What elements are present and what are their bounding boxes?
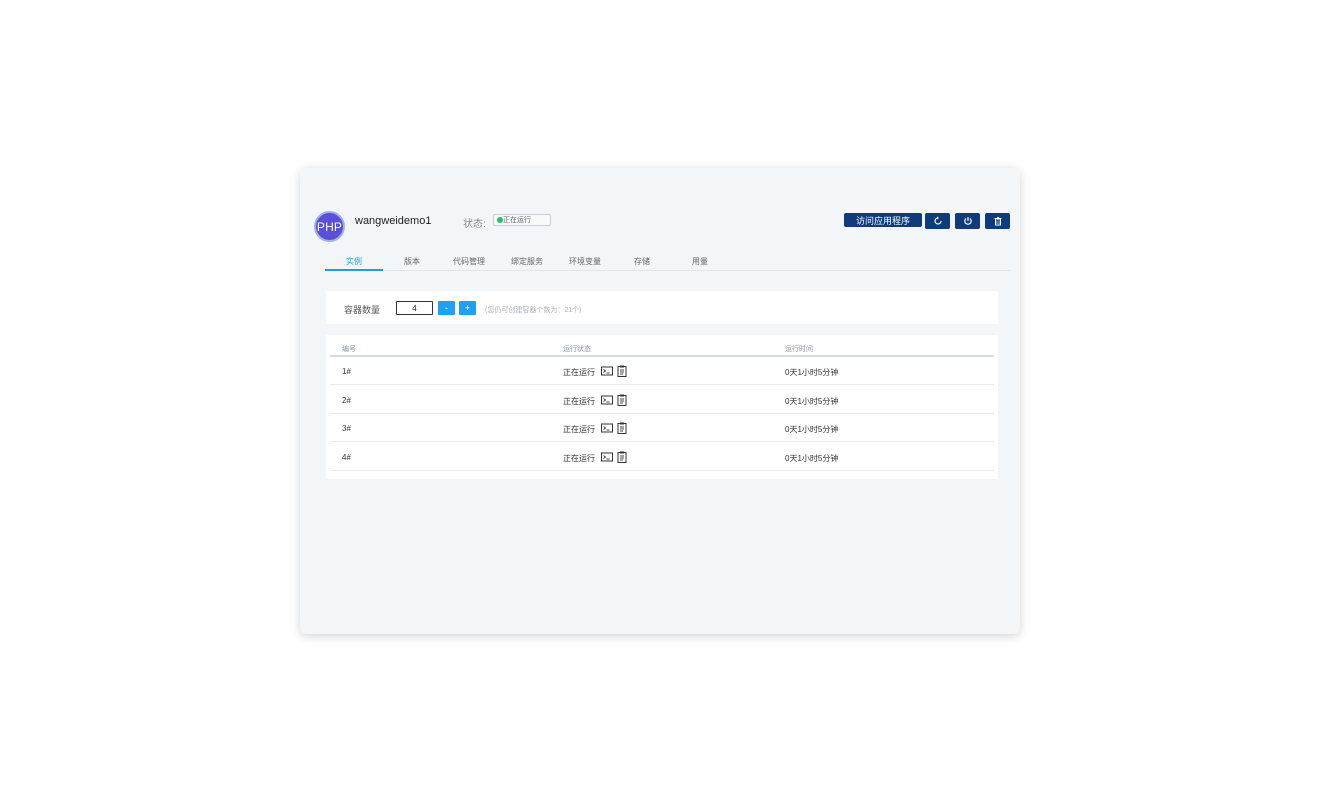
log-clipboard-icon[interactable] xyxy=(616,365,628,377)
instance-status: 正在运行 xyxy=(563,454,595,463)
tab-versions[interactable]: 版本 xyxy=(383,256,441,267)
status-dot-icon xyxy=(497,217,503,223)
instance-uptime: 0天1小时5分钟 xyxy=(785,397,839,406)
table-header: 编号 运行状态 运行时间 xyxy=(330,339,994,357)
instance-uptime: 0天1小时5分钟 xyxy=(785,454,839,463)
tab-label: 实例 xyxy=(346,257,362,266)
table-row: 4# 正在运行 0天1小时5分钟 xyxy=(330,443,994,471)
tab-code-management[interactable]: 代码管理 xyxy=(440,256,498,267)
tab-storage[interactable]: 存储 xyxy=(613,256,671,267)
column-header-id: 编号 xyxy=(342,346,356,353)
tab-usage[interactable]: 用量 xyxy=(671,256,729,267)
table-row: 3# 正在运行 0天1小时5分钟 xyxy=(330,414,994,442)
terminal-icon[interactable] xyxy=(601,394,613,406)
container-quantity-panel: 容器数量 - + (您仍可创建容器个数为：21个) xyxy=(326,291,998,324)
terminal-icon[interactable] xyxy=(601,422,613,434)
log-clipboard-icon[interactable] xyxy=(616,422,628,434)
status-label: 状态: xyxy=(463,219,486,230)
tab-label: 用量 xyxy=(692,257,708,266)
app-avatar: PHP xyxy=(314,211,345,242)
status-value: 正在运行 xyxy=(503,217,531,224)
restart-button[interactable] xyxy=(925,213,950,229)
tab-label: 绑定服务 xyxy=(511,257,543,266)
terminal-icon[interactable] xyxy=(601,365,613,377)
table-row: 1# 正在运行 0天1小时5分钟 xyxy=(330,357,994,385)
tab-instances[interactable]: 实例 xyxy=(325,256,383,267)
visit-app-button[interactable]: 访问应用程序 xyxy=(844,213,922,227)
instance-id: 1# xyxy=(342,367,351,376)
terminal-icon[interactable] xyxy=(601,451,613,463)
instance-id: 2# xyxy=(342,396,351,405)
instance-status: 正在运行 xyxy=(563,425,595,434)
status-badge: 正在运行 xyxy=(493,214,551,226)
tab-label: 环境变量 xyxy=(569,257,601,266)
refresh-icon xyxy=(933,216,942,225)
avatar-text: PHP xyxy=(316,219,343,234)
instances-table: 编号 运行状态 运行时间 1# 正在运行 0天1小时5分钟 2# 正在运行 0天… xyxy=(326,335,998,479)
instance-uptime: 0天1小时5分钟 xyxy=(785,425,839,434)
stop-button[interactable] xyxy=(955,213,980,229)
tab-label: 版本 xyxy=(404,257,420,266)
increment-button[interactable]: + xyxy=(459,301,476,315)
active-tab-indicator xyxy=(325,269,383,271)
instance-id: 3# xyxy=(342,424,351,433)
power-icon xyxy=(963,217,972,225)
column-header-uptime: 运行时间 xyxy=(785,346,813,353)
decrement-button[interactable]: - xyxy=(438,301,455,315)
column-header-status: 运行状态 xyxy=(563,346,591,353)
tab-bar: 实例 版本 代码管理 绑定服务 环境变量 存储 用量 xyxy=(325,252,1011,271)
tab-bound-services[interactable]: 绑定服务 xyxy=(498,256,556,267)
instance-uptime: 0天1小时5分钟 xyxy=(785,368,839,377)
log-clipboard-icon[interactable] xyxy=(616,451,628,463)
instance-id: 4# xyxy=(342,453,351,462)
tab-env-vars[interactable]: 环境变量 xyxy=(556,256,614,267)
quantity-hint: (您仍可创建容器个数为：21个) xyxy=(485,307,582,314)
quantity-input[interactable] xyxy=(396,301,433,315)
log-clipboard-icon[interactable] xyxy=(616,394,628,406)
instance-status: 正在运行 xyxy=(563,368,595,377)
table-row: 2# 正在运行 0天1小时5分钟 xyxy=(330,386,994,414)
tab-label: 代码管理 xyxy=(453,257,485,266)
app-detail-card: PHP wangweidemo1 状态: 正在运行 访问应用程序 实例 版本 代… xyxy=(300,168,1020,634)
delete-button[interactable] xyxy=(985,213,1010,229)
tab-label: 存储 xyxy=(634,257,650,266)
quantity-label: 容器数量 xyxy=(344,305,381,315)
instance-status: 正在运行 xyxy=(563,397,595,406)
app-name: wangweidemo1 xyxy=(355,215,432,227)
trash-icon xyxy=(994,217,1001,226)
